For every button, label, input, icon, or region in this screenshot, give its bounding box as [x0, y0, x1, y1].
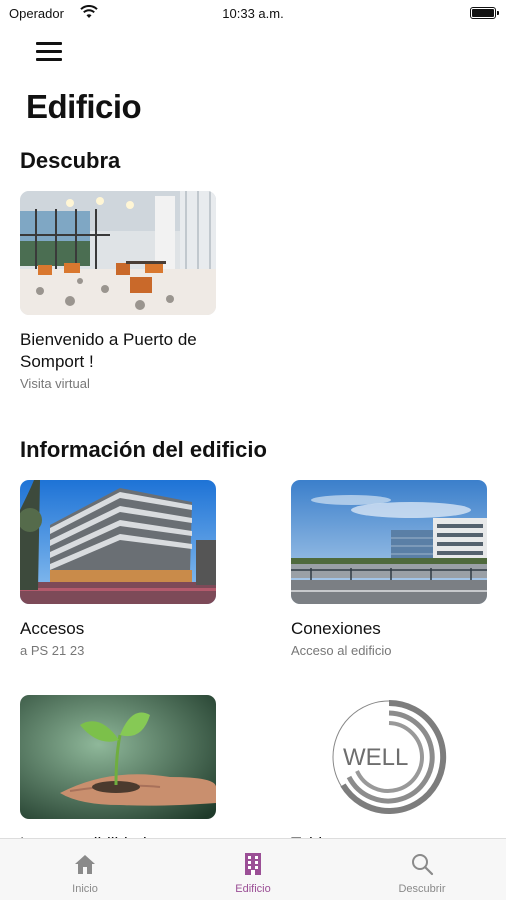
- tab-inicio[interactable]: Inicio: [35, 839, 135, 900]
- card-welcome[interactable]: Bienvenido a Puerto de Somport ! Visita …: [20, 191, 216, 391]
- tab-label: Edificio: [235, 883, 271, 895]
- page-title: Edificio: [26, 88, 142, 125]
- well-logo: WELL: [291, 695, 487, 819]
- tab-edificio[interactable]: Edificio: [203, 839, 303, 900]
- card-subtitle: Acceso al edificio: [291, 643, 392, 658]
- menu-button[interactable]: [36, 40, 64, 64]
- card-well[interactable]: WELL Tabiquestos: [291, 695, 487, 858]
- building-icon: [245, 853, 261, 875]
- status-bar: Operador 10:33 a.m.: [0, 0, 506, 28]
- tab-label: Inicio: [72, 883, 98, 895]
- accesos-photo: [20, 480, 216, 604]
- card-title: Bienvenido a Puerto de Somport !: [20, 330, 197, 371]
- section-title-building-info: Información del edificio: [20, 437, 267, 462]
- battery-icon: [470, 7, 499, 19]
- welcome-photo: [20, 191, 216, 315]
- plant-photo: [20, 695, 216, 819]
- conexiones-photo: [291, 480, 487, 604]
- section-title-discover: Descubra: [20, 148, 121, 173]
- tab-descubrir[interactable]: Descubrir: [372, 839, 472, 900]
- card-title: Conexiones: [291, 619, 381, 638]
- card-subtitle: a PS 21 23: [20, 643, 85, 658]
- card-conexiones[interactable]: Conexiones Acceso al edificio: [291, 480, 487, 658]
- tab-label: Descubrir: [398, 883, 446, 895]
- home-icon: [75, 855, 95, 874]
- card-title: Accesos: [20, 619, 85, 638]
- card-sostenibilidad[interactable]: La sostenibilidad: [20, 695, 216, 858]
- card-subtitle: Visita virtual: [20, 376, 90, 391]
- search-icon: [412, 854, 434, 876]
- tab-bar: Inicio Edificio Descubrir: [0, 838, 506, 900]
- card-accesos[interactable]: Accesos a PS 21 23: [20, 480, 216, 658]
- well-logo-text: WELL: [343, 744, 408, 771]
- clock: 10:33 a.m.: [222, 6, 284, 21]
